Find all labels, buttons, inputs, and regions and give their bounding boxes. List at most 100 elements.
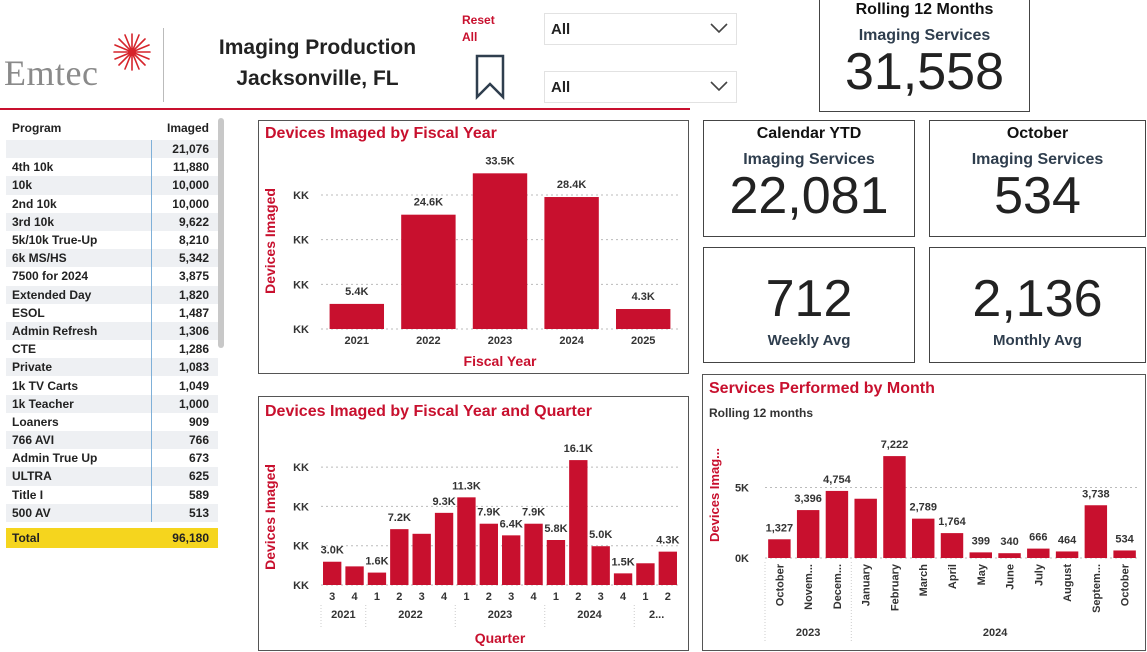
table-row[interactable]: 10k 10,000 [6, 176, 218, 195]
bar-month[interactable] [1027, 548, 1050, 558]
bar-quarter[interactable] [613, 573, 633, 585]
bar-month[interactable] [796, 510, 820, 558]
data-label: 340 [1000, 536, 1018, 548]
data-label: 24.6K [414, 197, 443, 209]
month-title: October [1006, 125, 1069, 142]
table-row[interactable]: 4th 10k 11,880 [6, 158, 218, 177]
y-tick-label: KK [293, 324, 309, 336]
year-group-label: 2024 [983, 627, 1008, 639]
data-label: 1.5K [611, 556, 634, 568]
weekly-avg-card: 712 Weekly Avg [703, 247, 915, 363]
slicer-2-dropdown[interactable]: All [544, 71, 737, 103]
bar-quarter[interactable] [412, 533, 431, 585]
table-row[interactable]: Title I 589 [6, 485, 218, 504]
bookmark-button[interactable] [474, 54, 506, 101]
table-row[interactable]: Admin True Up 673 [6, 449, 218, 468]
table-row[interactable]: Loaners 909 [6, 412, 218, 431]
quarter-tick-label: 4 [620, 591, 627, 603]
bar-quarter[interactable] [658, 551, 677, 585]
bar-month[interactable] [854, 498, 877, 558]
program-cell: 1k Teacher [12, 396, 74, 411]
table-row[interactable]: Private 1,083 [6, 358, 218, 377]
bar-month[interactable] [912, 518, 935, 558]
y-axis-title: Devices Imag... [707, 448, 722, 542]
bar-month[interactable] [940, 533, 964, 558]
table-row[interactable]: 6k MS/HS 5,342 [6, 249, 218, 268]
bar-fiscal-year[interactable] [329, 303, 385, 329]
bar-quarter[interactable] [367, 572, 387, 585]
quarter-tick-label: 2 [665, 591, 671, 603]
bar-month[interactable] [998, 553, 1021, 558]
slicer-1-dropdown[interactable]: All [544, 13, 737, 45]
bar-month[interactable] [1055, 551, 1079, 558]
weekly-label: Weekly Avg [767, 332, 851, 349]
bar-quarter[interactable] [502, 535, 521, 585]
table-row[interactable]: ULTRA 625 [6, 467, 218, 486]
table-row[interactable]: Admin Refresh 1,306 [6, 321, 218, 341]
table-row[interactable]: 21,076 [6, 140, 218, 159]
bar-quarter[interactable] [434, 512, 454, 585]
bar-month[interactable] [1084, 505, 1108, 558]
program-cell: ULTRA [12, 469, 52, 484]
imaged-cell: 1,820 [151, 285, 211, 304]
bar-quarter[interactable] [479, 523, 498, 585]
bar-quarter[interactable] [323, 561, 342, 585]
bar-month[interactable] [883, 456, 906, 558]
bar-quarter[interactable] [636, 563, 655, 585]
table-row[interactable]: CTE 1,286 [6, 340, 218, 359]
column-header-imaged[interactable]: Imaged [151, 116, 211, 140]
table-row[interactable]: 500 AV 513 [6, 503, 218, 522]
y-tick-label: KK [293, 190, 309, 202]
bar-quarter[interactable] [546, 540, 566, 585]
bar-month[interactable] [768, 539, 791, 558]
bar-month[interactable] [1113, 550, 1136, 558]
program-cell: Title I [12, 487, 44, 502]
table-row[interactable]: 3rd 10k 9,622 [6, 212, 218, 231]
data-label: 3.0K [321, 545, 344, 557]
bar-fiscal-year[interactable] [401, 214, 456, 329]
bar-quarter[interactable] [569, 460, 588, 585]
program-cell: 766 AVI [12, 433, 55, 448]
ytd-title: Calendar YTD [756, 125, 862, 142]
table-row[interactable]: 1k Teacher 1,000 [6, 394, 218, 413]
table-row[interactable]: ESOL 1,487 [6, 303, 218, 322]
data-label: 28.4K [557, 179, 586, 191]
bar-fiscal-year[interactable] [472, 173, 528, 329]
program-cell: 5k/10k True-Up [12, 233, 98, 248]
program-cell: 3rd 10k [12, 214, 55, 229]
table-scrollbar[interactable] [218, 118, 224, 348]
imaged-cell: 513 [151, 503, 211, 522]
bar-quarter[interactable] [390, 529, 409, 585]
table-row[interactable]: 5k/10k True-Up 8,210 [6, 230, 218, 250]
month-tick-label: March [918, 564, 930, 597]
data-label: 33.5K [485, 155, 514, 167]
imaged-cell: 1,083 [151, 358, 211, 377]
data-label: 1,764 [938, 516, 966, 528]
bar-month[interactable] [825, 490, 849, 558]
table-row[interactable]: 766 AVI 766 [6, 431, 218, 450]
table-row[interactable]: Extended Day 1,820 [6, 285, 218, 304]
bar-month[interactable] [969, 552, 992, 558]
imaged-cell: 1,286 [151, 340, 211, 359]
bar-fiscal-year[interactable] [615, 309, 671, 329]
bar-quarter[interactable] [457, 497, 476, 585]
data-label: 7,222 [881, 439, 909, 451]
logo-text: Emtec [4, 53, 99, 93]
reset-all-button[interactable]: Reset All [462, 12, 495, 46]
column-header-program[interactable]: Program [6, 121, 151, 135]
program-cell: 500 AV [12, 505, 51, 520]
imaged-cell: 1,306 [151, 321, 211, 341]
header-divider [163, 28, 164, 102]
table-row[interactable]: 7500 for 2024 3,875 [6, 267, 218, 286]
bar-quarter[interactable] [345, 566, 364, 585]
x-tick-label: 2023 [488, 335, 512, 347]
data-label: 666 [1029, 532, 1047, 544]
imaged-cell: 9,622 [151, 212, 211, 231]
program-cell: ESOL [12, 305, 45, 320]
table-row[interactable]: 1k TV Carts 1,049 [6, 376, 218, 395]
bar-quarter[interactable] [524, 523, 543, 585]
data-label: 1,327 [766, 522, 794, 534]
table-row[interactable]: 2nd 10k 10,000 [6, 194, 218, 213]
bar-quarter[interactable] [591, 546, 610, 585]
bar-fiscal-year[interactable] [544, 197, 599, 329]
